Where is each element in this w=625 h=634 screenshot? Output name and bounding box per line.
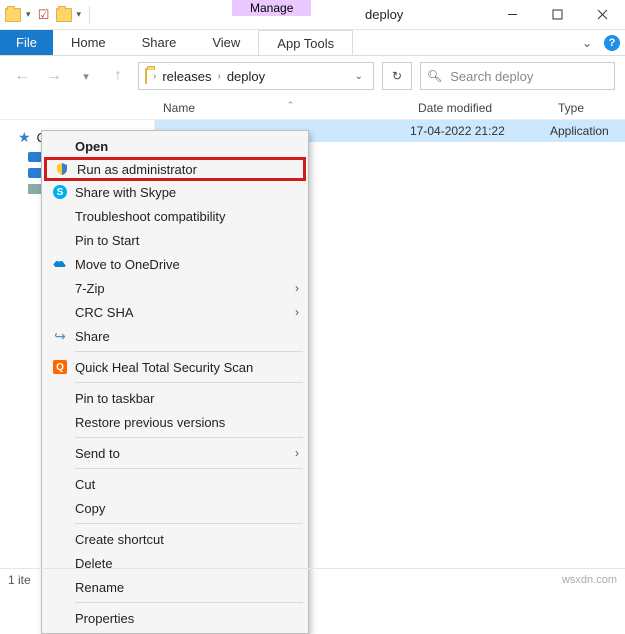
folder-icon xyxy=(4,6,22,24)
chevron-right-icon: › xyxy=(295,446,299,460)
properties-icon[interactable]: ☑ xyxy=(35,6,53,24)
contextual-tab-group: Manage xyxy=(232,0,311,16)
titlebar: ▾ ☑ ▾ Manage deploy xyxy=(0,0,625,30)
ribbon-tabs: File Home Share View App Tools ⌄ ? xyxy=(0,30,625,56)
refresh-button[interactable]: ↻ xyxy=(382,62,412,90)
star-icon: ★ xyxy=(18,129,31,146)
file-type-cell: Application xyxy=(550,124,625,138)
help-button[interactable]: ? xyxy=(599,30,625,55)
spacer xyxy=(353,30,575,55)
column-headers: Name⌃ Date modified Type xyxy=(0,96,625,120)
ctx-quickheal[interactable]: QQuick Heal Total Security Scan xyxy=(45,355,305,379)
search-icon: 🔍︎ xyxy=(427,69,442,83)
separator xyxy=(75,437,303,438)
window-controls xyxy=(490,0,625,30)
ctx-move-onedrive[interactable]: Move to OneDrive xyxy=(45,252,305,276)
skype-icon: S xyxy=(49,185,71,199)
breadcrumb[interactable]: › releases › deploy ⌄ xyxy=(138,62,374,90)
ribbon-collapse-icon[interactable]: ⌄ xyxy=(575,30,599,55)
recent-locations-icon[interactable]: ▾ xyxy=(74,64,98,88)
folder-icon[interactable] xyxy=(55,6,73,24)
ctx-run-as-administrator[interactable]: Run as administrator xyxy=(44,157,306,181)
breadcrumb-segment[interactable]: deploy xyxy=(223,69,269,84)
chevron-right-icon: › xyxy=(295,305,299,319)
ctx-properties[interactable]: Properties xyxy=(45,606,305,630)
up-button[interactable]: ↑ xyxy=(106,64,130,88)
tab-home[interactable]: Home xyxy=(53,30,124,55)
help-icon: ? xyxy=(604,35,620,51)
sort-asc-icon: ⌃ xyxy=(287,100,295,111)
quickheal-icon: Q xyxy=(49,360,71,374)
quick-access-toolbar: ▾ ☑ ▾ xyxy=(0,6,98,24)
tab-share[interactable]: Share xyxy=(124,30,195,55)
column-date[interactable]: Date modified xyxy=(418,101,558,115)
tab-app-tools[interactable]: App Tools xyxy=(258,30,353,55)
chevron-right-icon[interactable]: › xyxy=(151,71,158,82)
breadcrumb-segment[interactable]: releases xyxy=(158,69,215,84)
file-date-cell: 17-04-2022 21:22 xyxy=(410,124,550,138)
ctx-pin-taskbar[interactable]: Pin to taskbar xyxy=(45,386,305,410)
column-type[interactable]: Type xyxy=(558,101,625,115)
chevron-right-icon: › xyxy=(295,281,299,295)
ctx-create-shortcut[interactable]: Create shortcut xyxy=(45,527,305,551)
status-bar: 1 ite xyxy=(0,568,625,590)
ctx-crc-sha[interactable]: CRC SHA› xyxy=(45,300,305,324)
separator xyxy=(75,468,303,469)
close-button[interactable] xyxy=(580,0,625,30)
onedrive-icon xyxy=(49,259,71,269)
address-bar-row: ← → ▾ ↑ › releases › deploy ⌄ ↻ 🔍︎ xyxy=(0,56,625,96)
shield-icon xyxy=(51,162,73,176)
chevron-right-icon[interactable]: › xyxy=(215,71,222,82)
breadcrumb-dropdown-icon[interactable]: ⌄ xyxy=(347,71,371,82)
context-menu: Open Run as administrator SShare with Sk… xyxy=(41,130,309,634)
ctx-restore-versions[interactable]: Restore previous versions xyxy=(45,410,305,434)
ctx-share-skype[interactable]: SShare with Skype xyxy=(45,180,305,204)
search-box[interactable]: 🔍︎ xyxy=(420,62,615,90)
qat-overflow-icon[interactable]: ▾ xyxy=(75,9,84,20)
column-name[interactable]: Name⌃ xyxy=(163,101,418,115)
ctx-copy[interactable]: Copy xyxy=(45,496,305,520)
file-tab[interactable]: File xyxy=(0,30,53,55)
drive-icon xyxy=(28,168,42,178)
share-icon: ↪ xyxy=(49,328,71,345)
status-text: 1 ite xyxy=(8,573,31,587)
folder-icon xyxy=(145,69,147,83)
ctx-share[interactable]: ↪Share xyxy=(45,324,305,348)
ctx-troubleshoot[interactable]: Troubleshoot compatibility xyxy=(45,204,305,228)
ctx-cut[interactable]: Cut xyxy=(45,472,305,496)
back-button[interactable]: ← xyxy=(10,64,34,88)
watermark: wsxdn.com xyxy=(562,574,617,586)
divider xyxy=(89,6,90,24)
drive-icon xyxy=(28,152,42,162)
ctx-7zip[interactable]: 7-Zip› xyxy=(45,276,305,300)
ctx-open[interactable]: Open xyxy=(45,134,305,158)
ctx-send-to[interactable]: Send to› xyxy=(45,441,305,465)
separator xyxy=(75,351,303,352)
separator xyxy=(75,523,303,524)
window-title: deploy xyxy=(365,7,403,22)
separator xyxy=(75,382,303,383)
drive-icon xyxy=(28,184,42,194)
separator xyxy=(75,602,303,603)
forward-button[interactable]: → xyxy=(42,64,66,88)
search-input[interactable] xyxy=(448,68,625,85)
ctx-pin-start[interactable]: Pin to Start xyxy=(45,228,305,252)
minimize-button[interactable] xyxy=(490,0,535,30)
chevron-down-icon[interactable]: ▾ xyxy=(24,9,33,20)
tab-view[interactable]: View xyxy=(194,30,258,55)
maximize-button[interactable] xyxy=(535,0,580,30)
contextual-tab-header: Manage xyxy=(232,0,311,16)
